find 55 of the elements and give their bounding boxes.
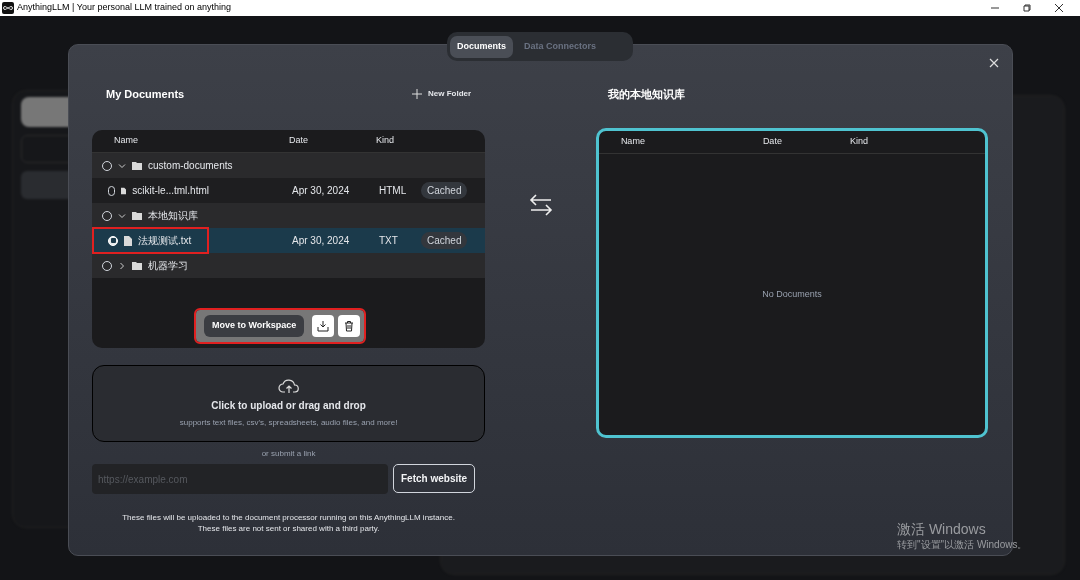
close-button[interactable] — [988, 57, 1000, 69]
plus-icon — [412, 89, 422, 99]
close-icon — [988, 57, 1000, 69]
link-caption: or submit a link — [261, 448, 316, 460]
column-header: Name — [114, 134, 139, 148]
folder-name: 本地知识库 — [148, 209, 198, 223]
delete-button[interactable] — [338, 315, 361, 337]
disclaimer-text: These files are not sent or shared with a third party. — [197, 523, 380, 534]
file-kind: TXT — [379, 234, 399, 248]
folder-row[interactable]: custom-documents — [92, 153, 486, 178]
file-name: 法规测试.txt — [138, 234, 192, 248]
file-icon — [124, 235, 132, 246]
export-button[interactable] — [312, 315, 335, 337]
folder-row[interactable]: 本地知识库 — [92, 203, 486, 228]
file-row[interactable]: 法规测试.txt Apr 30, 2024 TXT Cached — [92, 228, 486, 253]
move-to-workspace-button[interactable]: Move to Workspace — [204, 315, 305, 337]
activation-title: 激活 Windows — [897, 521, 987, 538]
upload-dropzone[interactable]: Click to upload or drag and drop supports text files, csv's, spreadsheets, audio files, and more! — [92, 365, 486, 442]
chevron-down-icon[interactable] — [118, 211, 126, 220]
folder-name: 机器学习 — [148, 259, 188, 273]
empty-state-text: No Documents — [762, 287, 822, 301]
folder-icon — [132, 211, 142, 220]
column-header: Kind — [849, 135, 868, 149]
new-folder-button[interactable]: New Folder — [412, 88, 472, 100]
chevron-down-icon[interactable] — [118, 161, 126, 170]
column-header: Kind — [376, 134, 394, 148]
restore-icon[interactable] — [1022, 3, 1032, 13]
file-icon — [121, 185, 127, 196]
upload-title: Click to upload or drag and drop — [211, 399, 366, 413]
column-header: Date — [289, 134, 309, 148]
cloud-upload-icon — [277, 378, 300, 394]
window-title: AnythingLLM | Your personal LLM trained on anything — [17, 1, 231, 15]
swap-arrows-icon — [528, 194, 553, 216]
workspace-title: 我的本地知识库 — [607, 86, 685, 102]
tab[interactable]: Documents — [450, 35, 513, 58]
folder-row[interactable]: 机器学习 — [92, 253, 486, 278]
cached-badge: Cached — [421, 182, 468, 199]
folder-icon — [132, 261, 142, 270]
chevron-right-icon[interactable] — [118, 261, 126, 270]
file-date: Apr 30, 2024 — [292, 184, 351, 198]
column-header: Date — [762, 135, 783, 149]
file-kind: HTML — [379, 184, 408, 198]
close-icon[interactable] — [1054, 3, 1064, 13]
cached-badge: Cached — [421, 232, 468, 249]
fetch-website-button[interactable]: Fetch website — [393, 464, 476, 493]
trash-icon — [344, 320, 355, 332]
activation-hint: 转到"设置"以激活 Windows。 — [897, 538, 1028, 552]
section-title: My Documents — [106, 86, 185, 102]
file-name: scikit-le...tml.html — [132, 184, 209, 198]
folder-name: custom-documents — [148, 159, 233, 173]
tray-download-icon — [317, 320, 330, 332]
disclaimer-text: These files will be uploaded to the document processor running on this AnythingLLM instance. — [122, 512, 455, 523]
file-date: Apr 30, 2024 — [292, 234, 351, 248]
upload-subtitle: supports text files, csv's, spreadsheets, audio files, and more! — [179, 417, 398, 429]
column-header: Name — [620, 135, 646, 149]
